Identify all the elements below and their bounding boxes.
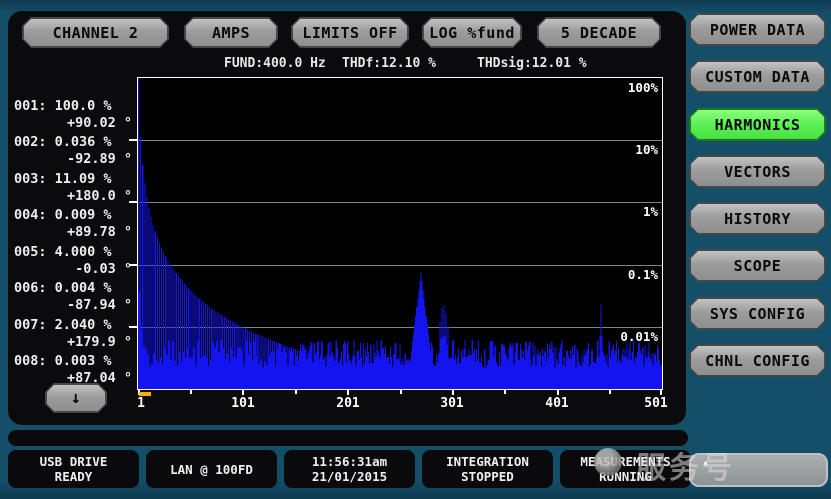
- y-tick-label-0p01: 0.01%: [620, 329, 658, 344]
- harmonic-1-phase: +90.02 °: [14, 115, 138, 132]
- harmonic-5-magnitude: 005: 4.000 %: [14, 244, 138, 261]
- harmonic-row-4: 004: 0.009 % +89.78 °: [14, 207, 138, 241]
- menu-item-harmonics[interactable]: HARMONICS: [689, 108, 826, 141]
- status-integration-line2: STOPPED: [461, 469, 514, 484]
- x-tick-label-501: 501: [644, 396, 667, 411]
- harmonic-3-magnitude: 003: 11.09 %: [14, 171, 138, 188]
- watermark-logo-icon: [594, 448, 622, 476]
- decade-button-label: 5 DECADE: [539, 19, 659, 46]
- x-axis-tick: [609, 390, 611, 394]
- harmonic-7-phase: +179.9 °: [14, 334, 138, 351]
- menu-item-harmonics-label: HARMONICS: [691, 110, 824, 139]
- limits-button[interactable]: LIMITS OFF: [291, 17, 409, 48]
- x-axis-tick: [452, 390, 454, 395]
- main-panel: CHANNEL 2 AMPS LIMITS OFF LOG %fund 5 DE…: [8, 11, 686, 425]
- status-date: 21/01/2015: [312, 469, 387, 484]
- x-axis-tick: [347, 390, 349, 395]
- message-bar: [8, 430, 688, 446]
- channel-button[interactable]: CHANNEL 2: [22, 17, 169, 48]
- x-tick-label-201: 201: [336, 396, 359, 411]
- y-axis-tick: [129, 264, 137, 266]
- scale-mode-button-label: LOG %fund: [424, 19, 520, 46]
- harmonic-row-5: 005: 4.000 % -0.03 °: [14, 244, 138, 278]
- y-tick-label-100: 100%: [628, 80, 658, 95]
- status-usb-line2: READY: [55, 469, 93, 484]
- x-axis-tick: [504, 390, 506, 394]
- x-axis-tick: [400, 390, 402, 394]
- harmonic-4-phase: +89.78 °: [14, 224, 138, 241]
- menu-item-chnl-config-label: CHNL CONFIG: [691, 346, 824, 375]
- channel-button-label: CHANNEL 2: [24, 19, 167, 46]
- decade-button[interactable]: 5 DECADE: [537, 17, 661, 48]
- harmonic-6-phase: -87.94 °: [14, 297, 138, 314]
- spectrum-bars: [138, 78, 662, 389]
- menu-item-scope[interactable]: SCOPE: [689, 249, 826, 282]
- x-tick-label-101: 101: [231, 396, 254, 411]
- harmonic-row-8: 008: 0.003 % +87.04 °: [14, 353, 138, 387]
- watermark-text: 服务号: [636, 443, 735, 487]
- harmonic-row-7: 007: 2.040 % +179.9 °: [14, 317, 138, 351]
- thdsig-readout: THDsig:12.01 %: [477, 56, 587, 71]
- fund-readout: FUND:400.0 Hz: [224, 56, 326, 71]
- x-axis-tick: [190, 390, 192, 394]
- harmonic-5-phase: -0.03 °: [14, 261, 138, 278]
- menu-item-power-data-label: POWER DATA: [691, 15, 824, 44]
- x-axis-tick: [660, 390, 662, 395]
- harmonic-cursor-marker: [139, 392, 151, 396]
- menu-item-vectors[interactable]: VECTORS: [689, 155, 826, 188]
- limits-button-label: LIMITS OFF: [293, 19, 407, 46]
- y-axis-tick: [129, 139, 137, 141]
- harmonic-2-magnitude: 002: 0.036 %: [14, 134, 138, 151]
- units-button-label: AMPS: [186, 19, 276, 46]
- harmonic-2-phase: -92.89 °: [14, 151, 138, 168]
- harmonic-row-3: 003: 11.09 % +180.0 °: [14, 171, 138, 205]
- y-tick-label-10: 10%: [635, 142, 658, 157]
- y-tick-label-0p1: 0.1%: [628, 267, 658, 282]
- harmonic-row-6: 006: 0.004 % -87.94 °: [14, 280, 138, 314]
- y-axis-tick: [129, 201, 137, 203]
- x-tick-label-401: 401: [545, 396, 568, 411]
- menu-item-scope-label: SCOPE: [691, 251, 824, 280]
- harmonic-7-magnitude: 007: 2.040 %: [14, 317, 138, 334]
- harmonic-4-magnitude: 004: 0.009 %: [14, 207, 138, 224]
- harmonic-row-1: 001: 100.0 % +90.02 °: [14, 98, 138, 132]
- menu-item-sys-config-label: SYS CONFIG: [691, 299, 824, 328]
- x-tick-label-301: 301: [440, 396, 463, 411]
- harmonic-8-magnitude: 008: 0.003 %: [14, 353, 138, 370]
- menu-item-history-label: HISTORY: [691, 204, 824, 233]
- menu-item-custom-data-label: CUSTOM DATA: [691, 62, 824, 91]
- harmonic-1-magnitude: 001: 100.0 %: [14, 98, 138, 115]
- units-button[interactable]: AMPS: [184, 17, 278, 48]
- status-integration-line1: INTEGRATION: [446, 454, 529, 469]
- y-tick-label-1: 1%: [643, 204, 658, 219]
- scroll-down-button[interactable]: ↓: [45, 383, 107, 413]
- harmonic-row-2: 002: 0.036 % -92.89 °: [14, 134, 138, 168]
- harmonic-6-magnitude: 006: 0.004 %: [14, 280, 138, 297]
- y-axis-tick: [129, 326, 137, 328]
- menu-item-power-data[interactable]: POWER DATA: [689, 13, 826, 46]
- x-axis-tick: [557, 390, 559, 395]
- menu-item-chnl-config[interactable]: CHNL CONFIG: [689, 344, 826, 377]
- status-usb-line1: USB DRIVE: [40, 454, 108, 469]
- instrument-screen: CHANNEL 2 AMPS LIMITS OFF LOG %fund 5 DE…: [0, 0, 831, 499]
- scale-mode-button[interactable]: LOG %fund: [422, 17, 522, 48]
- menu-item-sys-config[interactable]: SYS CONFIG: [689, 297, 826, 330]
- status-time: 11:56:31am: [312, 454, 387, 469]
- status-clock: 11:56:31am 21/01/2015: [284, 450, 415, 488]
- harmonic-3-phase: +180.0 °: [14, 188, 138, 205]
- menu-item-history[interactable]: HISTORY: [689, 202, 826, 235]
- menu-item-vectors-label: VECTORS: [691, 157, 824, 186]
- x-tick-label-1: 1: [137, 396, 145, 411]
- down-arrow-icon: ↓: [47, 385, 105, 411]
- thdf-readout: THDf:12.10 %: [342, 56, 436, 71]
- harmonic-spectrum-plot: 100% 10% 1% 0.1% 0.01% 1 101 201 301 4: [137, 77, 663, 390]
- status-usb: USB DRIVE READY: [8, 450, 139, 488]
- x-axis-tick: [295, 390, 297, 394]
- status-lan: LAN @ 100FD: [146, 450, 277, 488]
- status-lan-line1: LAN @ 100FD: [170, 462, 253, 477]
- x-axis-tick: [242, 390, 244, 395]
- watermark-dot: ·: [699, 452, 712, 477]
- status-integration: INTEGRATION STOPPED: [422, 450, 553, 488]
- menu-item-custom-data[interactable]: CUSTOM DATA: [689, 60, 826, 93]
